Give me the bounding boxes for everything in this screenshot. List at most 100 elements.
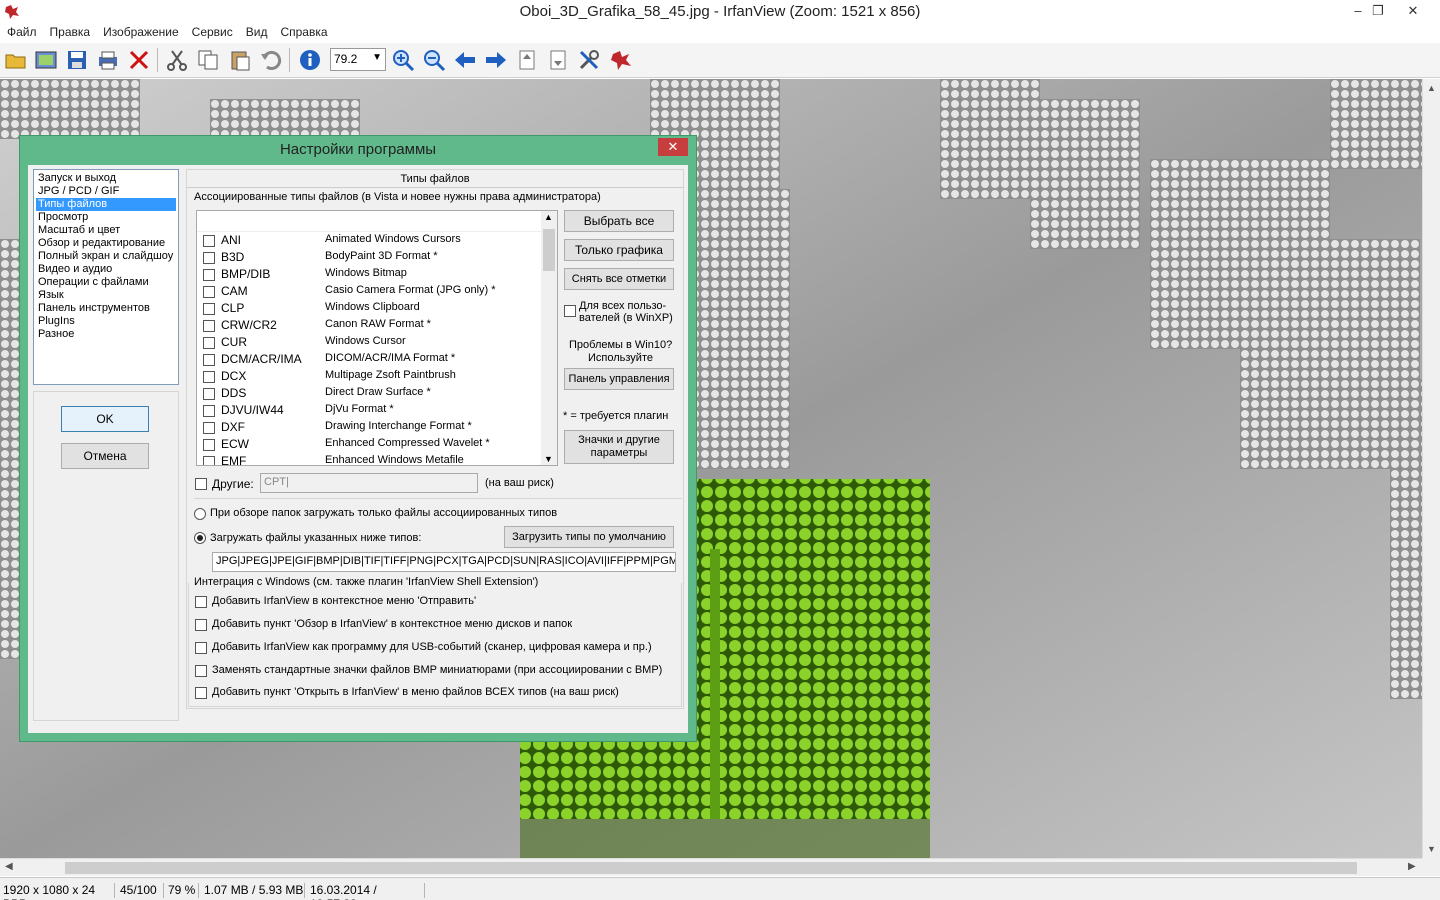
category-item[interactable]: Операции с файлами xyxy=(36,276,176,289)
scroll-up-icon[interactable]: ▲ xyxy=(1427,83,1436,93)
scroll-right-icon[interactable]: ▶ xyxy=(1408,861,1416,872)
settings-icon[interactable] xyxy=(577,48,601,72)
close-button[interactable]: ✕ xyxy=(1396,0,1430,22)
slideshow-icon[interactable] xyxy=(34,48,58,72)
list-item[interactable]: ECW Enhanced Compressed Wavelet * xyxy=(197,436,557,453)
sendto-checkbox[interactable] xyxy=(195,596,207,608)
menu-options[interactable]: Сервис xyxy=(185,24,239,39)
dialog-close-button[interactable]: ✕ xyxy=(658,138,688,156)
listed-types-radio[interactable] xyxy=(194,532,206,544)
category-item[interactable]: Полный экран и слайдшоу xyxy=(36,250,176,263)
category-item[interactable]: Обзор и редактирование xyxy=(36,237,176,250)
assoc-only-radio[interactable] xyxy=(194,508,206,520)
about-icon[interactable] xyxy=(609,48,633,72)
control-panel-button[interactable]: Панель управления xyxy=(564,368,674,390)
menu-file[interactable]: Файл xyxy=(0,24,43,39)
browse-folder-checkbox[interactable] xyxy=(195,619,207,631)
list-item[interactable]: CLP Windows Clipboard xyxy=(197,300,557,317)
all-users-checkbox[interactable] xyxy=(564,305,576,317)
page-up-icon[interactable] xyxy=(515,48,539,72)
scroll-up-icon[interactable]: ▲ xyxy=(544,212,553,222)
horizontal-scrollbar[interactable]: ◀ ▶ xyxy=(0,858,1422,876)
list-scrollbar[interactable]: ▲ ▼ xyxy=(541,211,557,465)
checkbox[interactable] xyxy=(203,439,215,451)
maximize-button[interactable]: ❐ xyxy=(1361,0,1395,22)
save-icon[interactable] xyxy=(65,48,89,72)
icons-options-button[interactable]: Значки и другие параметры xyxy=(564,430,674,464)
checkbox[interactable] xyxy=(203,252,215,264)
cut-icon[interactable] xyxy=(165,48,189,72)
list-item[interactable]: CRW/CR2 Canon RAW Format * xyxy=(197,317,557,334)
ok-button[interactable]: OK xyxy=(61,406,149,432)
list-item[interactable]: B3D BodyPaint 3D Format * xyxy=(197,249,557,266)
open-all-types-checkbox[interactable] xyxy=(195,687,207,699)
category-item-selected[interactable]: Типы файлов xyxy=(36,198,176,211)
list-scroll-thumb[interactable] xyxy=(543,229,555,271)
copy-icon[interactable] xyxy=(196,48,220,72)
zoom-out-icon[interactable] xyxy=(422,48,446,72)
list-item[interactable]: DJVU/IW44 DjVu Format * xyxy=(197,402,557,419)
vertical-scrollbar[interactable]: ▲ ▼ xyxy=(1422,79,1440,858)
select-all-button[interactable]: Выбрать все xyxy=(564,210,674,232)
checkbox[interactable] xyxy=(203,405,215,417)
scroll-left-icon[interactable]: ◀ xyxy=(5,861,13,872)
open-icon[interactable] xyxy=(4,48,28,72)
checkbox[interactable] xyxy=(203,354,215,366)
list-item[interactable]: DCX Multipage Zsoft Paintbrush xyxy=(197,368,557,385)
print-icon[interactable] xyxy=(96,48,120,72)
scroll-down-icon[interactable]: ▼ xyxy=(544,454,553,464)
checkbox[interactable] xyxy=(203,269,215,281)
category-item[interactable]: Панель инструментов xyxy=(36,302,176,315)
category-item[interactable]: PlugIns xyxy=(36,315,176,328)
list-item[interactable]: EMF Enhanced Windows Metafile xyxy=(197,453,557,465)
delete-icon[interactable] xyxy=(127,48,151,72)
types-input[interactable]: JPG|JPEG|JPE|GIF|BMP|DIB|TIF|TIFF|PNG|PC… xyxy=(212,552,676,572)
page-down-icon[interactable] xyxy=(546,48,570,72)
zoom-combobox[interactable]: 79.2 ▼ xyxy=(330,48,386,71)
category-item[interactable]: Разное xyxy=(36,328,176,341)
list-item[interactable]: DCM/ACR/IMA DICOM/ACR/IMA Format * xyxy=(197,351,557,368)
file-types-list[interactable]: ANI Animated Windows Cursors B3D BodyPaint… xyxy=(196,210,558,466)
menu-image[interactable]: Изображение xyxy=(96,24,185,39)
checkbox[interactable] xyxy=(203,235,215,247)
checkbox[interactable] xyxy=(203,456,215,465)
checkbox[interactable] xyxy=(203,371,215,383)
cancel-button[interactable]: Отмена xyxy=(61,443,149,469)
next-icon[interactable] xyxy=(484,48,508,72)
checkbox[interactable] xyxy=(203,422,215,434)
bmp-thumbnails-checkbox[interactable] xyxy=(195,665,207,677)
category-item[interactable]: Язык xyxy=(36,289,176,302)
info-icon[interactable] xyxy=(298,48,322,72)
undo-icon[interactable] xyxy=(259,48,283,72)
other-types-input[interactable]: CPT| xyxy=(260,473,478,493)
checkbox[interactable] xyxy=(203,303,215,315)
paste-icon[interactable] xyxy=(228,48,252,72)
default-types-button[interactable]: Загрузить типы по умолчанию xyxy=(504,526,674,548)
category-item[interactable]: Видео и аудио xyxy=(36,263,176,276)
list-item[interactable]: DXF Drawing Interchange Format * xyxy=(197,419,557,436)
list-item[interactable]: CUR Windows Cursor xyxy=(197,334,557,351)
list-item[interactable]: CAM Casio Camera Format (JPG only) * xyxy=(197,283,557,300)
category-item[interactable]: JPG / PCD / GIF xyxy=(36,185,176,198)
category-item[interactable]: Масштаб и цвет xyxy=(36,224,176,237)
zoom-in-icon[interactable] xyxy=(391,48,415,72)
checkbox[interactable] xyxy=(203,337,215,349)
checkbox[interactable] xyxy=(203,286,215,298)
category-item[interactable]: Просмотр xyxy=(36,211,176,224)
scroll-down-icon[interactable]: ▼ xyxy=(1427,844,1436,854)
list-item[interactable]: DDS Direct Draw Surface * xyxy=(197,385,557,402)
checkbox[interactable] xyxy=(203,320,215,332)
category-list[interactable]: Запуск и выход JPG / PCD / GIF Типы файл… xyxy=(33,169,179,385)
list-item[interactable]: ANI Animated Windows Cursors xyxy=(197,232,557,249)
chevron-down-icon[interactable]: ▼ xyxy=(372,52,382,63)
checkbox[interactable] xyxy=(203,388,215,400)
list-item[interactable]: BMP/DIB Windows Bitmap xyxy=(197,266,557,283)
usb-events-checkbox[interactable] xyxy=(195,642,207,654)
clear-all-button[interactable]: Снять все отметки xyxy=(564,268,674,290)
category-item[interactable]: Запуск и выход xyxy=(36,172,176,185)
horizontal-scroll-thumb[interactable] xyxy=(65,862,1357,874)
prev-icon[interactable] xyxy=(453,48,477,72)
other-checkbox[interactable] xyxy=(195,478,207,490)
menu-edit[interactable]: Правка xyxy=(43,24,97,39)
menu-view[interactable]: Вид xyxy=(239,24,274,39)
